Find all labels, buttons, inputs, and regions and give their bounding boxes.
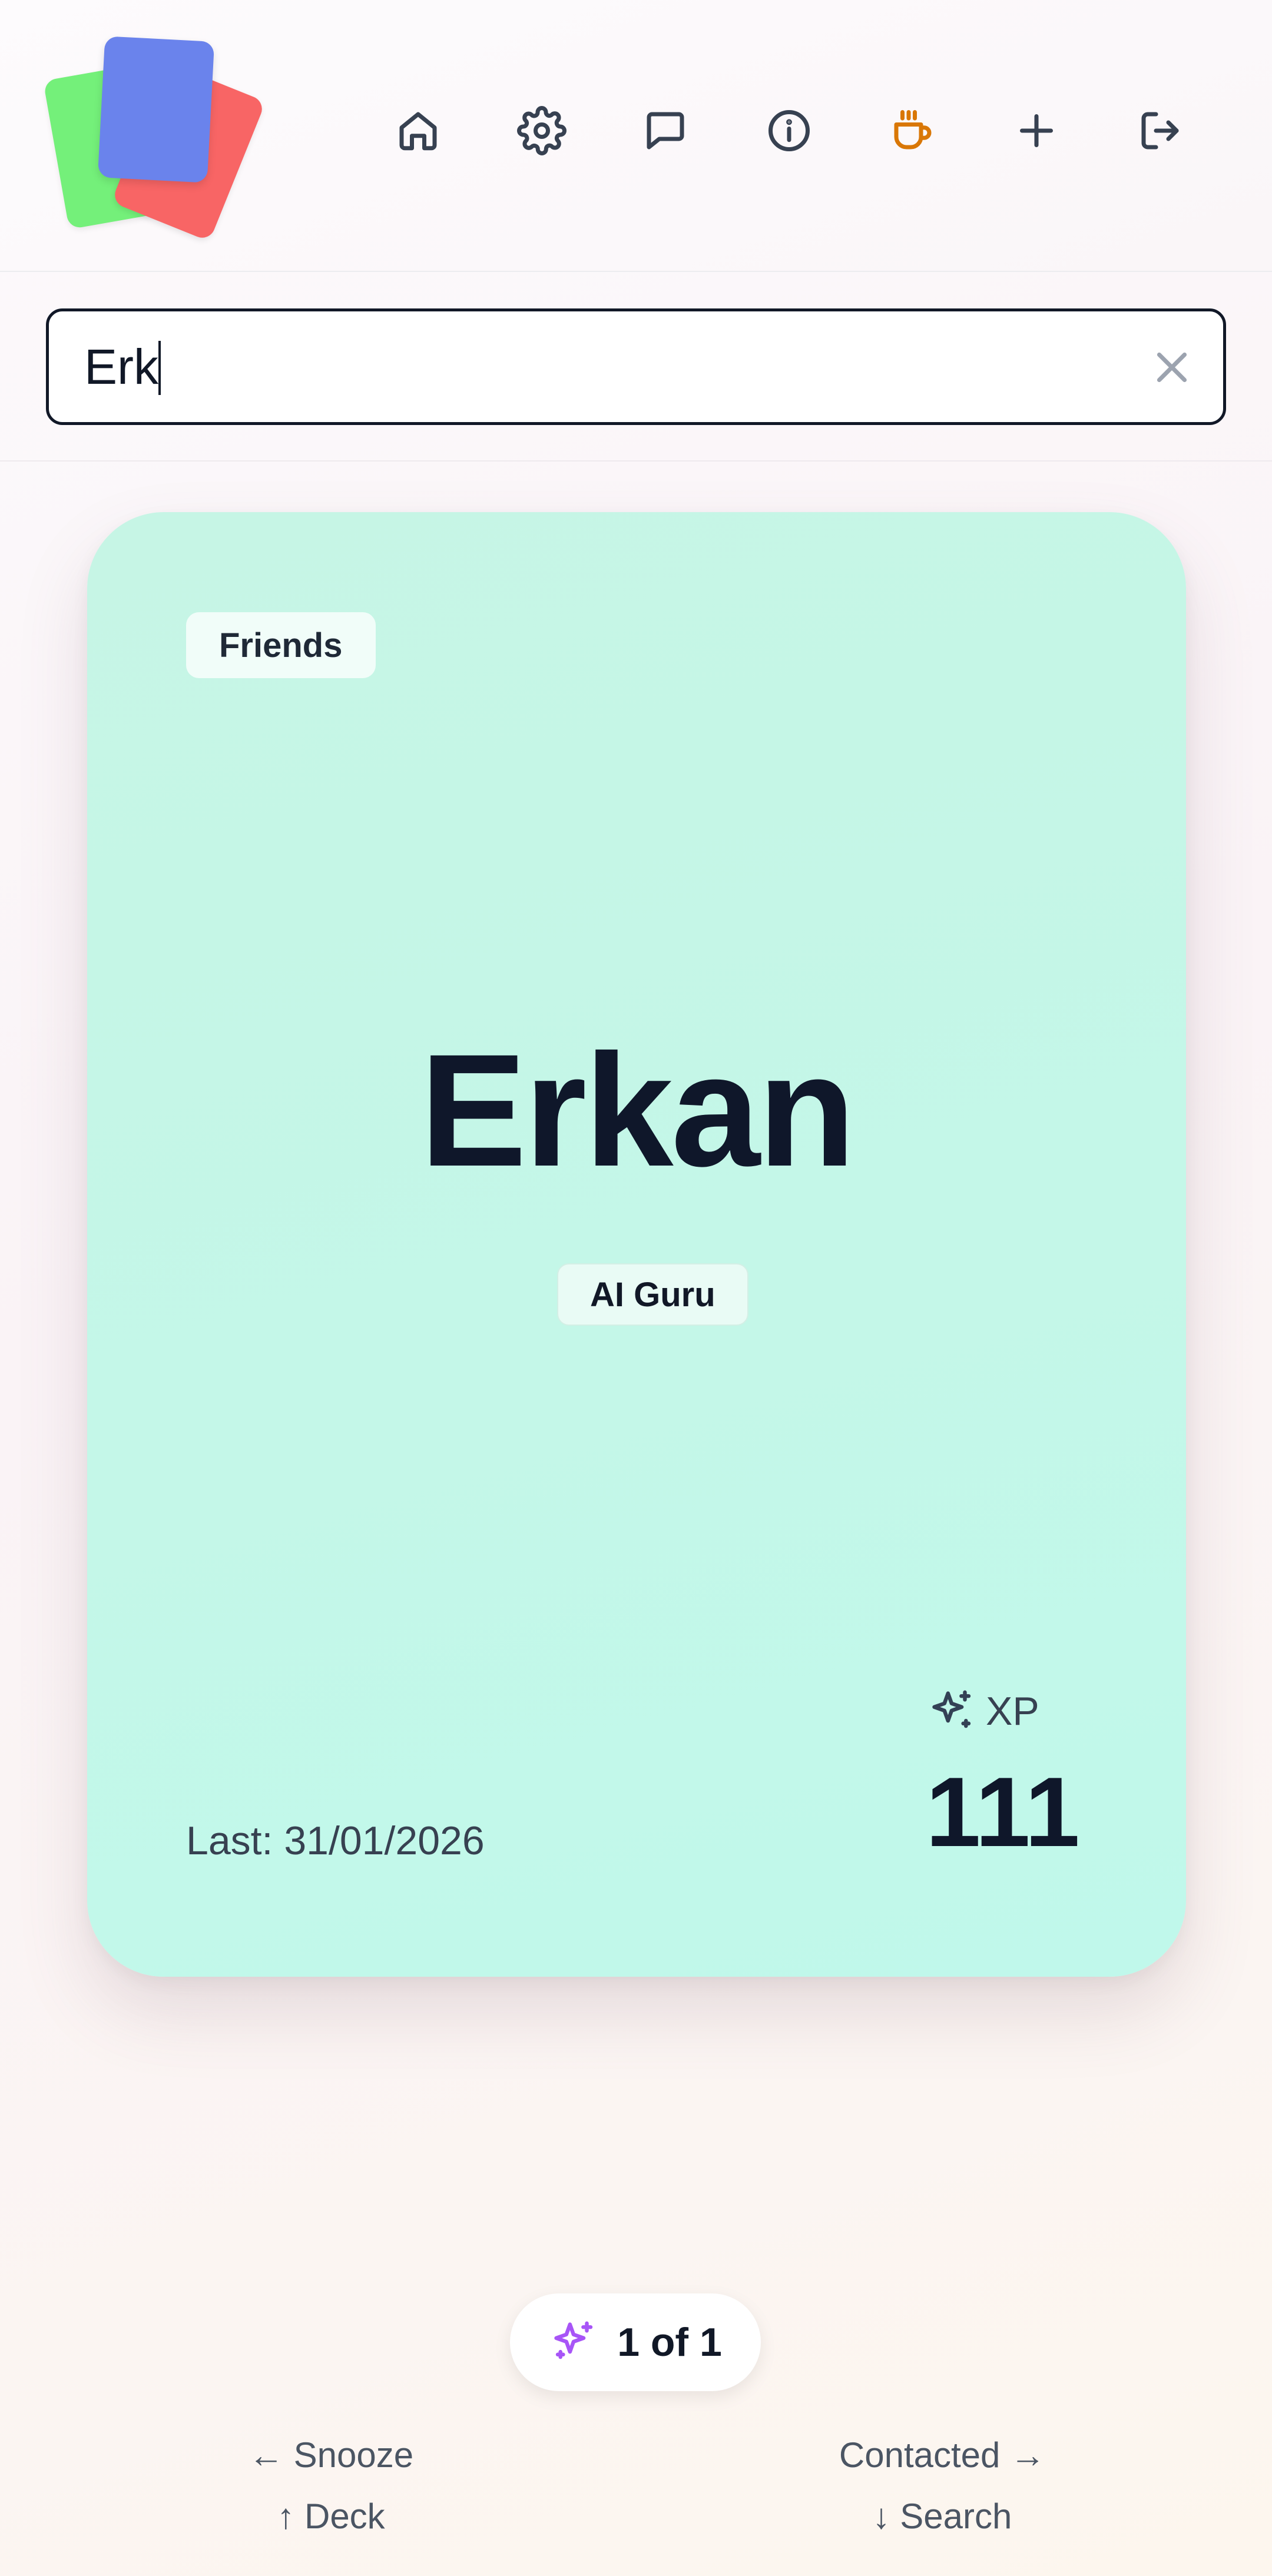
hint-search: ↓ Search bbox=[872, 2497, 1012, 2536]
xp-value: 111 bbox=[926, 1757, 1080, 1867]
counter-text: 1 of 1 bbox=[617, 2320, 722, 2365]
text-caret bbox=[158, 341, 161, 395]
add-button[interactable] bbox=[1007, 101, 1066, 160]
info-button[interactable] bbox=[760, 101, 819, 160]
close-icon bbox=[1157, 352, 1187, 383]
search-box bbox=[46, 308, 1226, 425]
card-counter: 1 of 1 bbox=[510, 2293, 761, 2391]
hint-deck: ↑ Deck bbox=[277, 2497, 385, 2536]
search-section bbox=[0, 273, 1272, 462]
xp-label-row: XP bbox=[927, 1686, 1039, 1737]
logout-icon bbox=[1141, 112, 1179, 150]
role-badge: AI Guru bbox=[557, 1263, 748, 1326]
app-logo[interactable] bbox=[43, 35, 277, 242]
top-nav bbox=[389, 101, 1190, 160]
info-icon bbox=[768, 110, 810, 151]
search-input[interactable] bbox=[84, 311, 1121, 422]
xp-label: XP bbox=[986, 1689, 1039, 1734]
clear-search-button[interactable] bbox=[1147, 342, 1197, 393]
logout-button[interactable] bbox=[1131, 101, 1190, 160]
logo-blue-card bbox=[97, 36, 215, 183]
home-button[interactable] bbox=[389, 101, 448, 160]
hint-contacted: Contacted → bbox=[839, 2435, 1046, 2475]
sparkles-icon bbox=[932, 1690, 971, 1728]
home-icon bbox=[399, 112, 437, 151]
app-header bbox=[0, 0, 1272, 272]
chat-bubble-icon bbox=[647, 112, 684, 150]
last-contact-date: Last: 31/01/2026 bbox=[186, 1818, 485, 1863]
settings-button[interactable] bbox=[512, 101, 571, 160]
group-badge: Friends bbox=[186, 612, 376, 678]
sparkles-icon bbox=[554, 2321, 593, 2359]
coffee-button[interactable] bbox=[883, 101, 942, 160]
coffee-cup-icon bbox=[894, 110, 932, 150]
contact-name: Erkan bbox=[420, 1021, 856, 1200]
messages-button[interactable] bbox=[636, 101, 695, 160]
gear-icon bbox=[517, 106, 567, 155]
hint-snooze: ← Snooze bbox=[248, 2435, 414, 2475]
plus-icon bbox=[1020, 114, 1053, 147]
contact-card[interactable]: Friends Erkan AI Guru Last: 31/01/2026 X… bbox=[87, 512, 1186, 1977]
